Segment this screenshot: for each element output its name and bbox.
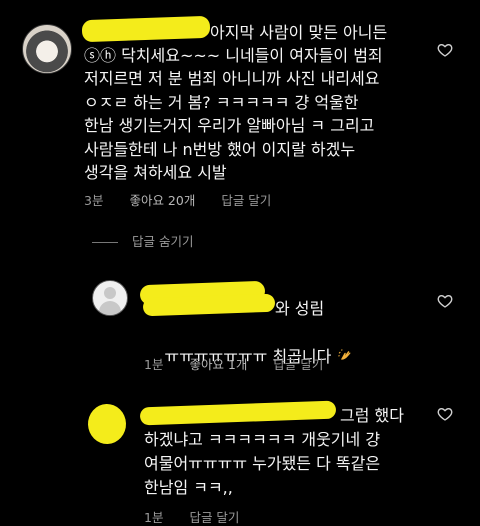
reply-button[interactable]: 답글 달기 (189, 510, 239, 525)
comment-text: ⓢⓗ 닥치세요~~~ 니네들이 여자들이 범죄 (84, 46, 383, 65)
heart-outline-icon[interactable] (437, 406, 453, 422)
comment-meta: 1분 답글 달기 (144, 507, 261, 526)
timestamp: 1분 (144, 510, 164, 525)
avatar[interactable] (92, 280, 128, 316)
redaction-mark (87, 403, 127, 445)
comment-text: 하겠냐고 ㅋㅋㅋㅋㅋㅋ 개웃기네 걍 (144, 430, 381, 449)
comment-text: 그럼 했다 (340, 406, 404, 425)
likes-count[interactable]: 좋아요 1개 (189, 357, 247, 372)
comment-text: ㅇㅈㄹ 하는 거 봄? ㅋㅋㅋㅋㅋ 걍 억울한 (84, 93, 359, 112)
redaction-mark (81, 15, 211, 43)
comment-text: 저지르면 저 분 범죄 아니니까 사진 내리세요 (84, 69, 380, 88)
reply-button[interactable]: 답글 달기 (273, 357, 323, 372)
timestamp: 1분 (144, 357, 164, 372)
comment-meta: 3분 좋아요 20개 답글 달기 (84, 190, 293, 209)
timestamp: 3분 (84, 193, 104, 208)
redaction-mark (139, 400, 337, 426)
comment-text: 한남임 ㅋㅋ,, (144, 478, 233, 497)
divider (92, 242, 118, 243)
comment-text: 한남 생기는거지 우리가 알빠아님 ㅋ 그리고 (84, 116, 375, 135)
heart-outline-icon[interactable] (437, 42, 453, 58)
comment-text: 사람들한테 나 n번방 했어 이지랄 하겠누 (84, 140, 356, 159)
comment-text: 생각을 쳐하세요 시발 (84, 163, 227, 182)
comment-meta: 1분 좋아요 1개 답글 달기 (144, 354, 345, 373)
avatar[interactable] (22, 24, 72, 74)
comment-text: 와 성림 (275, 299, 325, 318)
comment-text: 여물어ㅠㅠㅠㅠ 누가됐든 다 똑같은 (144, 454, 381, 473)
likes-count[interactable]: 좋아요 20개 (129, 193, 195, 208)
redaction-mark (142, 293, 276, 317)
hide-replies-button[interactable]: 답글 숨기기 (92, 231, 193, 250)
reply-button[interactable]: 답글 달기 (221, 193, 271, 208)
comment-text: 아지막 사람이 맞든 아니든 (210, 23, 388, 42)
heart-outline-icon[interactable] (437, 293, 453, 309)
hide-replies-label[interactable]: 답글 숨기기 (132, 234, 193, 249)
